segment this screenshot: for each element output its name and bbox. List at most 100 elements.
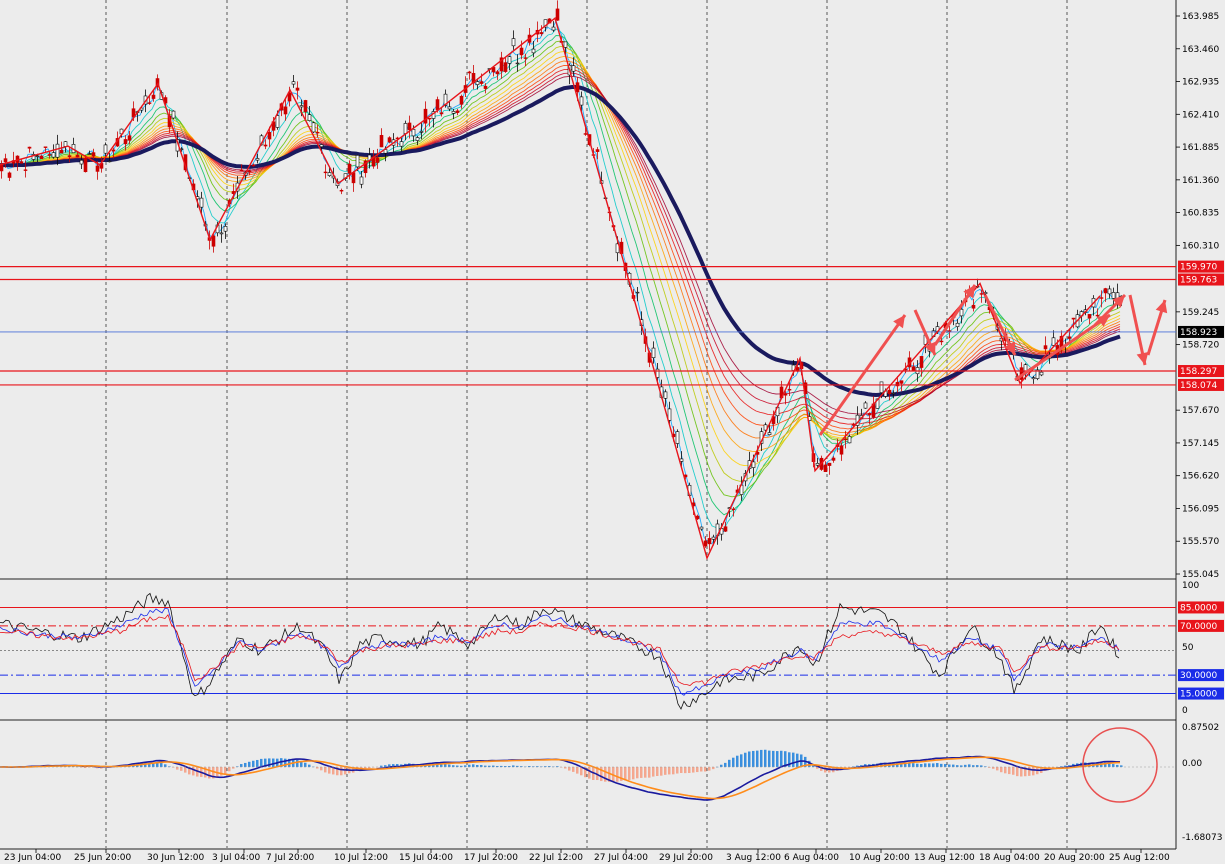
macd-histogram-bar: [708, 767, 711, 771]
macd-histogram-bar: [448, 764, 451, 768]
macd-histogram-bar: [616, 767, 619, 782]
candle-body: [355, 155, 360, 168]
time-tick-label: 3 Jul 04:00: [212, 853, 261, 863]
macd-histogram-bar: [576, 767, 579, 774]
macd-histogram-bar: [248, 761, 251, 768]
candle-body: [699, 526, 704, 530]
candle-body: [403, 123, 408, 134]
candle-body: [39, 155, 44, 159]
time-tick-label: 25 Aug 12:00: [1109, 853, 1170, 863]
candle-body: [795, 367, 800, 371]
macd-histogram-bar: [1012, 767, 1015, 775]
macd-histogram-bar: [240, 764, 243, 768]
macd-axis-label: -1.68073: [1182, 833, 1222, 843]
candle-body: [67, 155, 72, 158]
candle-body: [239, 169, 244, 172]
candle-body: [455, 110, 460, 113]
macd-histogram-bar: [720, 764, 723, 768]
candle-body: [1039, 371, 1044, 376]
macd-histogram-bar: [244, 762, 247, 768]
candle-body: [919, 356, 924, 368]
candle-body: [427, 117, 432, 120]
candle-body: [27, 146, 32, 149]
candle-body: [959, 309, 964, 317]
macd-histogram-bar: [468, 764, 471, 768]
candle-body: [251, 164, 256, 167]
candle-body: [971, 304, 976, 309]
time-tick-label: 22 Jul 12:00: [529, 853, 583, 863]
candle-body: [863, 402, 868, 409]
candle-body: [1095, 314, 1100, 317]
candle-body: [879, 381, 884, 393]
macd-histogram-bar: [660, 767, 663, 776]
candle-body: [583, 133, 588, 135]
macd-histogram-bar: [664, 767, 667, 775]
macd-histogram-bar: [688, 767, 691, 774]
current-price-label: 158.923: [1180, 328, 1217, 338]
macd-histogram-bar: [344, 767, 347, 775]
macd-axis-label: 0.00: [1182, 759, 1202, 769]
candle-body: [831, 457, 836, 461]
macd-histogram-bar: [764, 749, 767, 768]
candle-body: [563, 41, 568, 48]
macd-histogram-bar: [932, 763, 935, 768]
macd-histogram-bar: [936, 763, 939, 768]
candle-body: [571, 65, 576, 72]
candle-body: [123, 139, 128, 145]
chart-background: [0, 0, 1225, 864]
candle-body: [1107, 288, 1112, 295]
candle-body: [407, 122, 412, 131]
candle-body: [459, 95, 464, 105]
candle-body: [111, 149, 116, 152]
trading-chart: 159.970 159.763 158.297 158.074 158.923 163.9…: [0, 0, 1225, 864]
candle-body: [43, 146, 48, 148]
candle-body: [315, 131, 320, 134]
price-tick-label: 163.460: [1182, 45, 1219, 55]
time-tick-label: 25 Jun 20:00: [74, 853, 131, 863]
candle-body: [147, 102, 152, 104]
candle-body: [419, 131, 424, 133]
candle-body: [435, 99, 440, 111]
time-tick-label: 18 Aug 04:00: [979, 853, 1040, 863]
candle-body: [247, 170, 252, 173]
candle-body: [939, 340, 944, 343]
candle-body: [87, 153, 92, 155]
macd-histogram-bar: [308, 764, 311, 768]
macd-histogram-bar: [304, 762, 307, 768]
time-tick-label: 3 Aug 12:00: [726, 853, 781, 863]
macd-histogram-bar: [1008, 767, 1011, 775]
price-tick-label: 162.935: [1182, 78, 1219, 88]
candle-body: [59, 149, 64, 154]
candle-body: [79, 159, 84, 165]
candle-body: [523, 57, 528, 59]
macd-histogram-bar: [672, 767, 675, 775]
time-tick-label: 20 Aug 20:00: [1044, 853, 1105, 863]
candle-body: [351, 172, 356, 184]
candle-body: [707, 538, 712, 545]
candle-body: [1087, 314, 1092, 319]
candle-body: [103, 144, 108, 154]
candle-body: [823, 464, 828, 472]
macd-histogram-bar: [192, 767, 195, 776]
macd-histogram-bar: [272, 758, 275, 768]
macd-histogram-bar: [628, 767, 631, 780]
candle-body: [531, 48, 536, 54]
macd-histogram-bar: [712, 767, 715, 770]
macd-histogram-bar: [636, 767, 639, 779]
candle-body: [887, 389, 892, 395]
candle-body: [7, 172, 12, 178]
candle-body: [1051, 337, 1056, 346]
candle-body: [751, 461, 756, 468]
macd-histogram-bar: [1028, 767, 1031, 776]
candle-body: [151, 94, 156, 99]
price-tick-label: 156.095: [1182, 504, 1219, 514]
candle-body: [723, 526, 728, 532]
candle-body: [979, 293, 984, 295]
candle-body: [75, 154, 80, 158]
price-tick-label: 161.360: [1182, 176, 1219, 186]
macd-histogram-bar: [724, 762, 727, 768]
macd-histogram-bar: [320, 767, 323, 771]
candle-body: [1071, 317, 1076, 320]
candle-body: [47, 154, 52, 156]
macd-histogram-bar: [916, 763, 919, 768]
